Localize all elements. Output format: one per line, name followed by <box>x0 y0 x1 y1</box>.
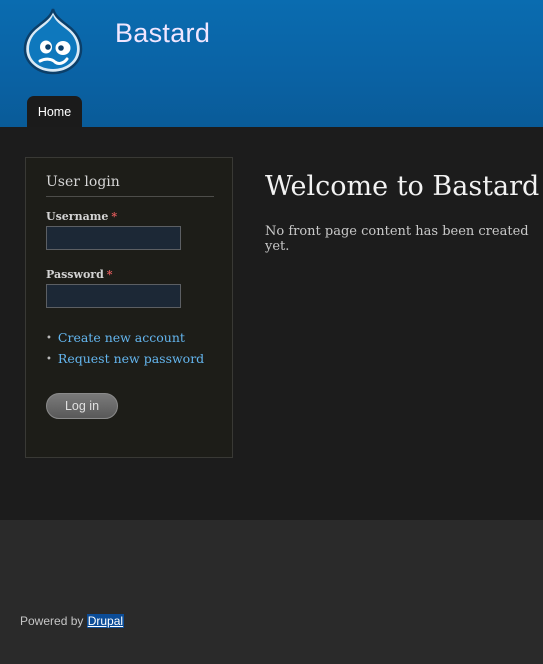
drupal-link[interactable]: Drupal <box>86 614 125 628</box>
site-header: Bastard Home <box>0 0 543 127</box>
username-label: Username * <box>46 210 117 223</box>
request-password-link[interactable]: Request new password <box>58 351 204 366</box>
site-footer: Powered by Drupal <box>0 520 543 664</box>
create-account-item: • Create new account <box>46 330 185 345</box>
login-block-title: User login <box>46 174 214 197</box>
powered-by-text: Powered by <box>20 614 84 628</box>
request-password-item: • Request new password <box>46 351 204 366</box>
password-input[interactable] <box>46 284 181 308</box>
tab-home[interactable]: Home <box>27 96 82 127</box>
password-label: Password * <box>46 268 113 281</box>
username-input[interactable] <box>46 226 181 250</box>
username-label-text: Username <box>46 210 109 223</box>
page-title: Welcome to Bastard <box>265 171 540 202</box>
username-required-marker: * <box>111 210 118 223</box>
create-account-link[interactable]: Create new account <box>58 330 185 345</box>
user-login-block: User login Username * Password * • Create n… <box>25 157 233 458</box>
password-label-text: Password <box>46 268 104 281</box>
powered-by: Powered by Drupal <box>20 614 125 628</box>
site-name-link[interactable]: Bastard <box>115 18 210 49</box>
bullet-icon: • <box>46 333 52 344</box>
main-content-area: User login Username * Password * • Create n… <box>0 127 543 520</box>
bullet-icon: • <box>46 354 52 365</box>
login-button[interactable]: Log in <box>46 393 118 419</box>
front-page-message: No front page content has been created y… <box>265 224 529 254</box>
drupal-logo-icon[interactable] <box>22 7 84 75</box>
password-required-marker: * <box>106 268 113 281</box>
